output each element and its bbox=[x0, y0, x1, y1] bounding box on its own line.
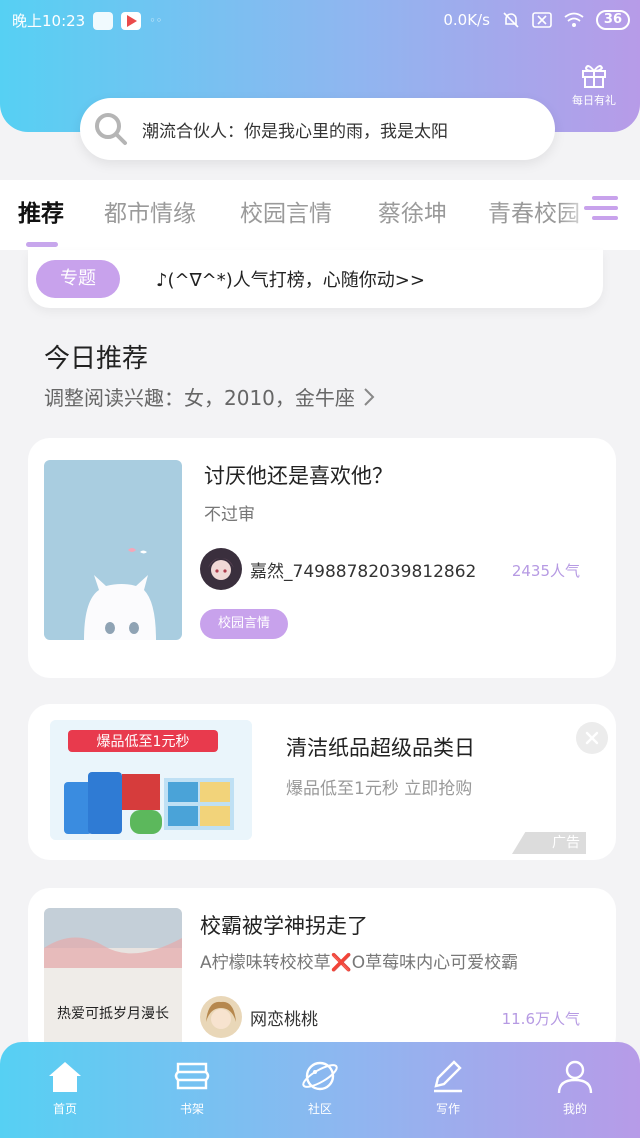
book-cover: 热爱可抵岁月漫长 bbox=[44, 908, 182, 1058]
popularity-count: 2435人气 bbox=[511, 562, 580, 580]
play-store-icon bbox=[121, 11, 142, 30]
book-desc: A柠檬味转校校草❌O草莓味内心可爱校霸 bbox=[200, 953, 519, 973]
reading-interest-text: 调整阅读兴趣：女，2010，金牛座 bbox=[44, 386, 355, 410]
status-time: 晚上10:23 bbox=[12, 12, 86, 30]
avatar bbox=[200, 548, 242, 590]
popularity-count: 11.6万人气 bbox=[501, 1010, 580, 1028]
tab-recommend[interactable]: 推荐 bbox=[18, 194, 64, 228]
battery-indicator: 36 bbox=[595, 10, 630, 30]
nav-community[interactable]: 社区 bbox=[275, 1058, 365, 1117]
author[interactable]: 嘉然_7498878203981286​2 bbox=[200, 548, 476, 590]
genre-tag[interactable]: 校园言情 bbox=[200, 609, 289, 639]
notification-icon: ◦◦ bbox=[149, 14, 163, 27]
book-cover bbox=[44, 460, 182, 640]
book-card[interactable]: 热爱可抵岁月漫长 校霸被学神拐走了 A柠檬味转校校草❌O草莓味内心可爱校霸 网恋… bbox=[28, 888, 616, 1058]
author[interactable]: 网恋桃桃 bbox=[200, 996, 318, 1038]
chevron-right-icon bbox=[364, 387, 375, 406]
planet-icon bbox=[302, 1061, 338, 1091]
tab-campus-romance[interactable]: 校园言情 bbox=[240, 194, 332, 228]
net-speed: 0.0K/s bbox=[443, 11, 490, 29]
nav-profile-label: 我的 bbox=[562, 1102, 587, 1116]
nav-write[interactable]: 写作 bbox=[403, 1058, 493, 1117]
book-desc: 不过审 bbox=[204, 505, 255, 525]
gift-icon bbox=[582, 65, 606, 88]
paw-app-icon bbox=[93, 11, 114, 30]
nav-bookshelf[interactable]: 书架 bbox=[147, 1058, 237, 1117]
search-icon bbox=[95, 113, 127, 145]
status-bar: 晚上10:23 ◦◦ 0.0K/s 36 bbox=[0, 0, 640, 40]
wifi-icon bbox=[564, 12, 584, 27]
cat-illustration bbox=[84, 548, 156, 640]
topic-text: ♪(^∇^*)人气打榜，心随你动>> bbox=[156, 270, 425, 291]
category-tabs: 推荐 都市情缘 校园言情 蔡徐坤 青春校园 bbox=[0, 180, 640, 250]
user-icon bbox=[557, 1060, 593, 1094]
author-name: 嘉然_7498878203981286​2 bbox=[250, 561, 477, 582]
active-tab-indicator bbox=[26, 242, 58, 247]
author-name: 网恋桃桃 bbox=[250, 1009, 318, 1030]
menu-icon[interactable] bbox=[584, 192, 618, 224]
bookshelf-icon bbox=[174, 1062, 210, 1090]
nav-write-label: 写作 bbox=[435, 1102, 460, 1116]
ad-image: 爆品低至1元秒 bbox=[50, 720, 252, 840]
ad-close-button[interactable] bbox=[576, 722, 608, 754]
daily-gift-button[interactable]: 每日有礼 bbox=[562, 62, 626, 108]
book-title: 校霸被学神拐走了 bbox=[200, 914, 368, 938]
topic-pill: 专题 bbox=[36, 260, 120, 298]
ad-subtitle: 爆品低至1元秒 立即抢购 bbox=[286, 779, 473, 799]
section-title: 今日推荐 bbox=[44, 344, 149, 374]
pen-icon bbox=[434, 1060, 462, 1093]
nav-bookshelf-label: 书架 bbox=[179, 1102, 204, 1116]
ad-title: 清洁纸品超级品类日 bbox=[286, 736, 475, 760]
book-cover-text: 热爱可抵岁月漫长 bbox=[57, 1006, 169, 1022]
nav-community-label: 社区 bbox=[307, 1102, 332, 1116]
reading-interest-link[interactable]: 调整阅读兴趣：女，2010，金牛座 bbox=[44, 382, 375, 411]
search-bar[interactable]: 潮流合伙人：你是我心里的雨，我是太阳 bbox=[80, 98, 555, 160]
bottom-nav: 首页 书架 社区 写作 我的 bbox=[0, 1042, 640, 1138]
book-title: 讨厌他还是喜欢他？ bbox=[204, 464, 393, 488]
book-card[interactable]: 讨厌他还是喜欢他？ 不过审 嘉然_7498878203981286​2 2435… bbox=[28, 438, 616, 678]
nav-profile[interactable]: 我的 bbox=[530, 1058, 620, 1117]
tab-urban-romance[interactable]: 都市情缘 bbox=[104, 194, 196, 228]
ad-badge: 广告 bbox=[512, 832, 586, 854]
sim-icon bbox=[532, 12, 552, 28]
search-placeholder: 潮流合伙人：你是我心里的雨，我是太阳 bbox=[142, 121, 448, 142]
ad-card[interactable]: 爆品低至1元秒 清洁纸品超级品类日 爆品低至1元秒 立即抢购 广告 bbox=[28, 704, 616, 860]
mute-bell-icon bbox=[503, 12, 519, 28]
tab-cai-xukun[interactable]: 蔡徐坤 bbox=[378, 194, 447, 228]
ad-banner-text: 爆品低至1元秒 bbox=[97, 734, 190, 750]
close-icon bbox=[585, 731, 599, 745]
nav-home[interactable]: 首页 bbox=[20, 1058, 110, 1117]
avatar bbox=[200, 996, 242, 1038]
home-icon bbox=[49, 1062, 81, 1092]
nav-home-label: 首页 bbox=[52, 1102, 77, 1116]
gift-label: 每日有礼 bbox=[572, 94, 616, 107]
topic-banner[interactable]: 专题 ♪(^∇^*)人气打榜，心随你动>> bbox=[28, 250, 603, 308]
